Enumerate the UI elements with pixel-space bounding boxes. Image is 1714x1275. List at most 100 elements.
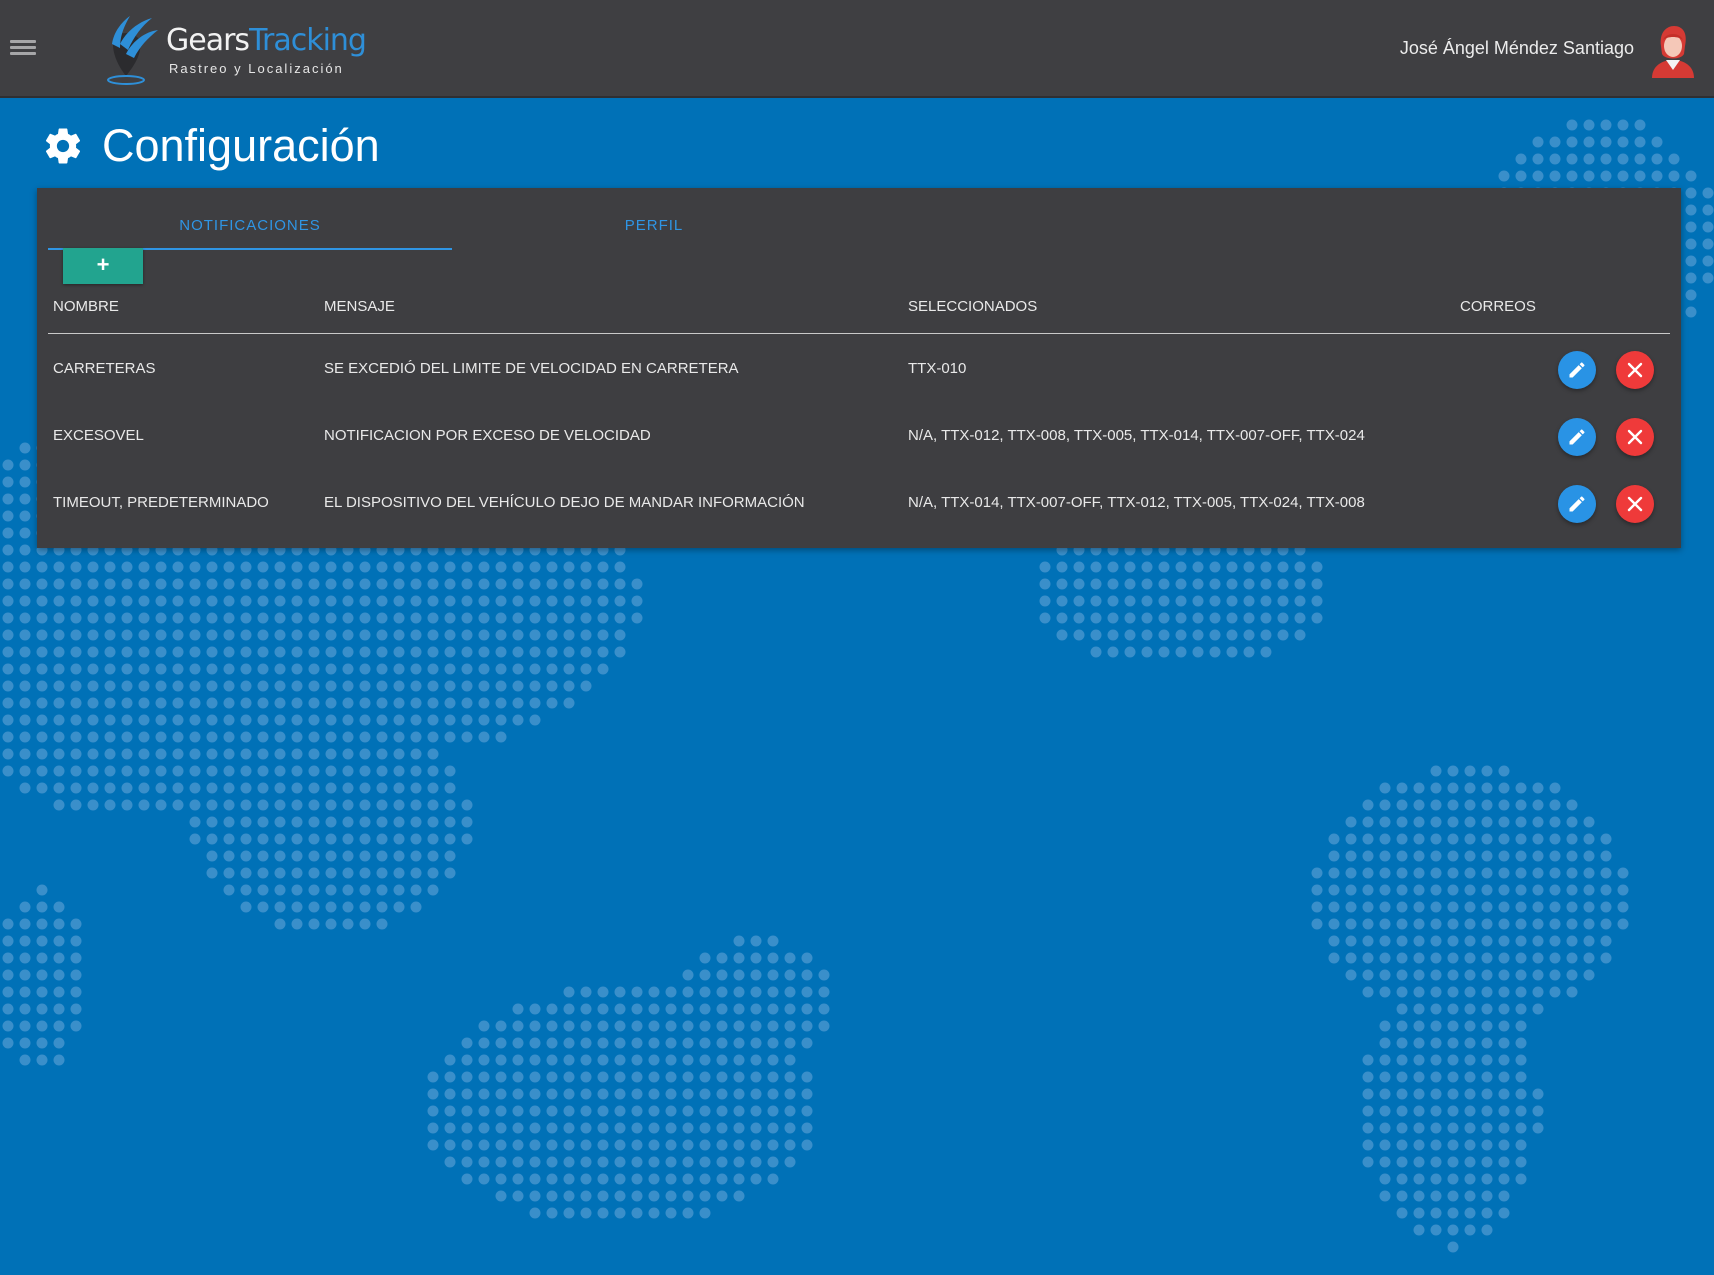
map-dot [342,918,354,930]
tab-bar: NOTIFICACIONES PERFIL [48,214,858,250]
app-logo[interactable]: GearsTracking Rastreo y Localización [100,14,367,88]
map-dot [19,595,31,607]
map-dot [580,646,592,658]
map-dot [1396,1190,1408,1202]
map-dot [750,1173,762,1185]
map-dot [699,1173,711,1185]
map-dot [138,578,150,590]
map-dot [597,1156,609,1168]
map-dot [1396,918,1408,930]
map-dot [274,901,286,913]
map-dot [342,578,354,590]
map-dot [784,1139,796,1151]
map-dot [257,748,269,760]
map-dot [1209,578,1221,590]
map-dot [1226,578,1238,590]
map-dot [1141,595,1153,607]
map-dot [1600,884,1612,896]
map-dot [36,697,48,709]
map-dot [733,1020,745,1032]
map-dot [1379,799,1391,811]
map-dot [580,1088,592,1100]
edit-button[interactable] [1558,351,1596,389]
map-dot [410,850,422,862]
map-dot [1277,561,1289,573]
map-dot [274,850,286,862]
map-dot [1498,1122,1510,1134]
map-dot [393,646,405,658]
map-dot [699,1088,711,1100]
delete-button[interactable] [1616,351,1654,389]
map-dot [257,646,269,658]
hamburger-menu-icon[interactable] [10,40,36,58]
map-dot [1413,901,1425,913]
user-name[interactable]: José Ángel Méndez Santiago [1400,38,1634,59]
add-notification-button[interactable]: + [63,248,143,284]
map-dot [716,1190,728,1202]
map-dot [138,765,150,777]
map-dot [308,765,320,777]
map-dot [1430,1122,1442,1134]
map-dot [410,595,422,607]
map-dot [716,1054,728,1066]
map-dot [1447,1190,1459,1202]
map-dot [19,459,31,471]
map-dot [1447,1173,1459,1185]
map-dot [495,1190,507,1202]
map-dot [2,731,14,743]
tab-perfil[interactable]: PERFIL [452,214,856,250]
map-dot [750,1003,762,1015]
delete-button[interactable] [1616,485,1654,523]
map-dot [206,714,218,726]
map-dot [1328,918,1340,930]
map-dot [1549,782,1561,794]
map-dot [19,918,31,930]
map-dot [1481,850,1493,862]
map-dot [1515,833,1527,845]
map-dot [240,782,252,794]
map-dot [1702,187,1714,199]
map-dot [461,680,473,692]
map-dot [767,969,779,981]
map-dot [580,1139,592,1151]
map-dot [1498,1088,1510,1100]
map-dot [529,1173,541,1185]
map-dot [1430,1071,1442,1083]
map-dot [1430,1173,1442,1185]
user-avatar-icon[interactable] [1648,24,1698,78]
map-dot [784,1054,796,1066]
map-dot [19,1054,31,1066]
tab-notificaciones[interactable]: NOTIFICACIONES [48,214,452,250]
map-dot [1464,816,1476,828]
map-dot [444,816,456,828]
map-dot [444,1105,456,1117]
delete-button[interactable] [1616,418,1654,456]
map-dot [614,1037,626,1049]
map-dot [36,935,48,947]
map-dot [308,884,320,896]
map-dot [1124,561,1136,573]
cell-mensaje: NOTIFICACION POR EXCESO DE VELOCIDAD [324,427,651,444]
edit-button[interactable] [1558,418,1596,456]
map-dot [1532,901,1544,913]
map-dot [53,680,65,692]
notifications-panel: NOTIFICACIONES PERFIL + NOMBRE MENSAJE S… [37,188,1681,548]
map-dot [70,646,82,658]
map-dot [461,1139,473,1151]
map-dot [325,901,337,913]
map-dot [1226,561,1238,573]
map-dot [308,850,320,862]
map-dot [172,697,184,709]
map-dot [1260,595,1272,607]
map-dot [563,1088,575,1100]
map-dot [546,1122,558,1134]
map-dot [716,1105,728,1117]
edit-button[interactable] [1558,485,1596,523]
map-dot [206,765,218,777]
map-dot [597,1190,609,1202]
map-dot [444,799,456,811]
cell-nombre: CARRETERAS [53,360,156,377]
map-dot [1515,969,1527,981]
map-dot [427,561,439,573]
map-dot [614,561,626,573]
